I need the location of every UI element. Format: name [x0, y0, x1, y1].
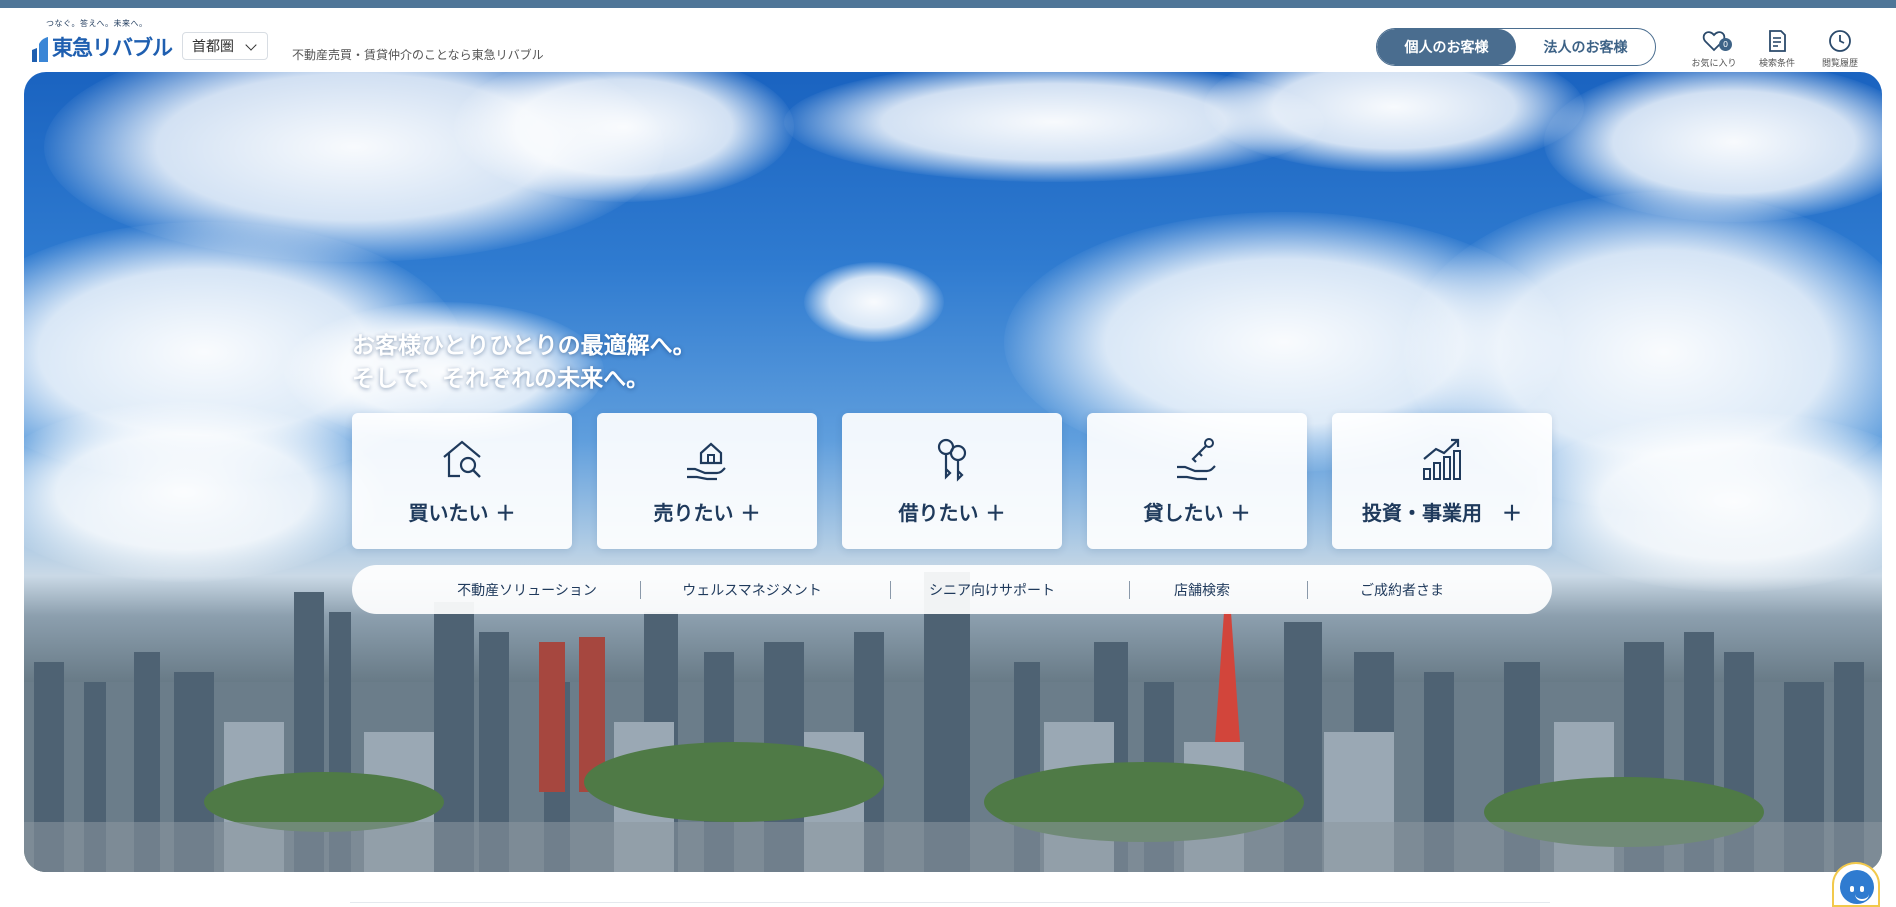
link-real-estate-solution[interactable]: 不動産ソリューション — [432, 565, 622, 614]
favorites-count-badge: 0 — [1719, 38, 1732, 51]
chatbot-eye — [1860, 886, 1864, 892]
history-button[interactable]: 閲覧履歴 — [1812, 28, 1868, 72]
divider — [890, 581, 891, 599]
link-contracted-customers[interactable]: ご成約者さま — [1312, 565, 1492, 614]
card-rent[interactable]: 借りたい ＋ — [842, 413, 1062, 549]
section-divider — [350, 902, 1550, 907]
city-skyline-illustration — [24, 572, 1882, 872]
favorites-label: お気に入り — [1691, 59, 1737, 69]
chatbot-eye — [1850, 886, 1854, 892]
card-lend-label: 貸したい ＋ — [1143, 501, 1251, 525]
card-buy-label: 買いたい ＋ — [408, 501, 516, 525]
hero-headline: お客様ひとりひとりの最適解へ。 そして、それぞれの未来へ。 — [352, 330, 696, 396]
site-header: つなぐ。答えへ。未来へ。 東急リバブル 首都圏 不動産売買・賃貸仲介のことなら東… — [0, 8, 1896, 72]
service-cards: 買いたい ＋ 売りたい ＋ 借りたい ＋ 貸したい ＋ 投資・事業用 ＋ — [352, 413, 1552, 549]
customer-type-toggle: 個人のお客様 法人のお客様 — [1376, 28, 1656, 66]
tab-individual-customers[interactable]: 個人のお客様 — [1377, 29, 1516, 65]
chevron-down-icon — [245, 39, 257, 51]
region-select[interactable]: 首都圏 — [182, 32, 268, 60]
logo-mark-icon — [32, 37, 48, 62]
logo-name: 東急リバブル — [52, 36, 173, 60]
growth-chart-icon — [1423, 438, 1461, 480]
site-logo[interactable]: つなぐ。答えへ。未来へ。 東急リバブル — [30, 18, 173, 68]
card-investment-label: 投資・事業用 ＋ — [1362, 501, 1522, 525]
chatbot-smile — [1855, 894, 1869, 901]
hand-key-icon — [1177, 438, 1216, 481]
link-store-search[interactable]: 店舗検索 — [1132, 565, 1272, 614]
chatbot-face-icon — [1840, 870, 1874, 904]
search-conditions-button[interactable]: 検索条件 — [1749, 28, 1805, 72]
cloud — [804, 262, 944, 342]
hand-house-icon — [687, 442, 726, 481]
card-rent-label: 借りたい ＋ — [898, 501, 1006, 525]
divider — [640, 581, 641, 599]
top-accent-bar — [0, 0, 1896, 8]
divider — [1307, 581, 1308, 599]
logo-tagline: つなぐ。答えへ。未来へ。 — [46, 19, 148, 28]
history-label: 閲覧履歴 — [1821, 59, 1858, 69]
region-select-value: 首都圏 — [192, 39, 234, 55]
card-buy[interactable]: 買いたい ＋ — [352, 413, 572, 549]
hero-section: お客様ひとりひとりの最適解へ。 そして、それぞれの未来へ。 買いたい ＋ 売りた… — [24, 72, 1882, 872]
tab-corporate-customers[interactable]: 法人のお客様 — [1516, 29, 1655, 65]
card-sell-label: 売りたい ＋ — [653, 501, 761, 525]
keys-icon — [937, 438, 967, 482]
favorites-button[interactable]: 0 お気に入り — [1686, 28, 1742, 72]
card-lend[interactable]: 貸したい ＋ — [1087, 413, 1307, 549]
house-search-icon — [443, 440, 481, 478]
hero-headline-line2: そして、それぞれの未来へ。 — [352, 366, 650, 392]
divider — [1129, 581, 1130, 599]
card-investment[interactable]: 投資・事業用 ＋ — [1332, 413, 1552, 549]
chatbot-button[interactable] — [1832, 862, 1880, 907]
search-conditions-label: 検索条件 — [1758, 59, 1795, 69]
clock-icon — [1829, 30, 1851, 52]
card-sell[interactable]: 売りたい ＋ — [597, 413, 817, 549]
link-wealth-management[interactable]: ウェルスマネジメント — [657, 565, 847, 614]
sub-navigation: 不動産ソリューション ウェルスマネジメント シニア向けサポート 店舗検索 ご成約… — [352, 565, 1552, 614]
hero-headline-line1: お客様ひとりひとりの最適解へ。 — [352, 333, 696, 359]
document-icon — [1769, 30, 1786, 52]
link-senior-support[interactable]: シニア向けサポート — [897, 565, 1087, 614]
header-description: 不動産売買・賃貸仲介のことなら東急リバブル — [292, 48, 544, 62]
